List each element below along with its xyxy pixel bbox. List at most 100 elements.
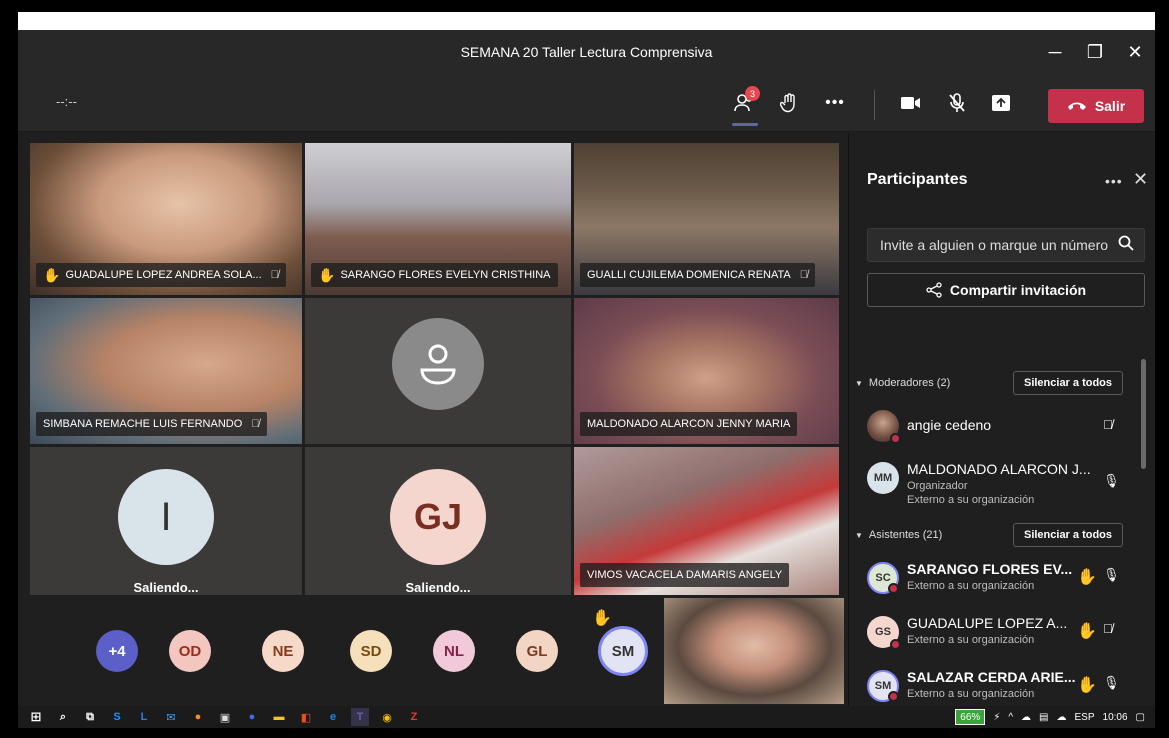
raised-hand-icon: ✋ bbox=[1077, 623, 1097, 640]
cloud-icon[interactable]: ☁ bbox=[1021, 712, 1031, 723]
app-l-icon[interactable]: L bbox=[135, 708, 153, 726]
moderators-count: Moderadores (2) bbox=[868, 377, 951, 389]
screen-border bbox=[1155, 0, 1169, 738]
self-video-preview[interactable] bbox=[664, 598, 844, 704]
onedrive-icon[interactable]: ☁ bbox=[1057, 712, 1067, 723]
screen-border bbox=[0, 728, 1169, 738]
microphone-button[interactable] bbox=[940, 86, 974, 120]
tray-chevron-icon[interactable]: ^ bbox=[1008, 712, 1013, 723]
maximize-icon[interactable]: ❐ bbox=[1075, 30, 1115, 74]
participant-org: Externo a su organización bbox=[907, 688, 1035, 700]
share-tray-icon bbox=[992, 95, 1010, 111]
collapse-chevron-icon: ▼ bbox=[855, 530, 863, 540]
meeting-toolbar: --:-- 3 ••• Salir bbox=[18, 74, 1155, 132]
participant-name: GUALLI CUJILEMA DOMENICA RENATA bbox=[587, 269, 791, 281]
leave-label: Salir bbox=[1094, 98, 1126, 114]
participant-org: Externo a su organización bbox=[907, 494, 1035, 506]
title-bar: SEMANA 20 Taller Lectura Comprensiva ─ ❐… bbox=[18, 30, 1155, 74]
active-indicator bbox=[732, 123, 758, 126]
status-dot bbox=[890, 433, 901, 444]
leave-button[interactable]: Salir bbox=[1048, 89, 1144, 123]
mail-icon[interactable]: ✉ bbox=[162, 708, 180, 726]
mute-all-moderators-button[interactable]: Silenciar a todos bbox=[1013, 371, 1123, 395]
participant-row[interactable]: angie cedeno 🎙̸ bbox=[867, 403, 1137, 453]
skype-icon[interactable]: S bbox=[108, 708, 126, 726]
search-icon[interactable]: ⌕ bbox=[54, 708, 72, 726]
participants-button[interactable]: 3 bbox=[728, 86, 762, 126]
strip-avatar[interactable]: SM bbox=[598, 626, 648, 676]
panel-more-icon[interactable]: ••• bbox=[1105, 173, 1123, 189]
status-dot bbox=[888, 691, 899, 702]
participant-name: SARANGO FLORES EVELYN CRISTHINA bbox=[340, 269, 551, 281]
participant-name: SALAZAR CERDA ARIE... bbox=[907, 669, 1076, 685]
folder-icon[interactable]: ▬ bbox=[270, 708, 288, 726]
raised-hand-icon: ✋ bbox=[43, 266, 61, 283]
participant-name: MALDONADO ALARCON J... bbox=[907, 461, 1091, 477]
participant-name: MALDONADO ALARCON JENNY MARIA bbox=[587, 418, 791, 430]
strip-avatar[interactable]: GL bbox=[516, 630, 558, 672]
participant-name: VIMOS VACACELA DAMARIS ANGELY bbox=[587, 569, 783, 581]
raised-hand-icon: ✋ bbox=[1077, 569, 1097, 586]
mute-all-attendees-button[interactable]: Silenciar a todos bbox=[1013, 523, 1123, 547]
network-icon[interactable]: ▤ bbox=[1039, 712, 1048, 723]
camera-button[interactable] bbox=[894, 86, 928, 120]
panel-close-icon[interactable]: ✕ bbox=[1133, 169, 1148, 190]
camera-icon bbox=[901, 97, 920, 109]
invite-search-input[interactable]: Invite a alguien o marque un número bbox=[867, 228, 1145, 262]
participant-row[interactable]: GS GUADALUPE LOPEZ A... Externo a su org… bbox=[867, 609, 1137, 659]
more-participants-button[interactable]: +4 bbox=[96, 630, 138, 672]
participant-name: angie cedeno bbox=[907, 417, 992, 433]
video-tile-7[interactable]: I Saliendo... bbox=[30, 447, 302, 595]
minimize-icon[interactable]: ─ bbox=[1035, 30, 1075, 74]
notifications-icon[interactable]: ▢ bbox=[1136, 712, 1145, 723]
avatar-initials: SM bbox=[874, 680, 892, 692]
panel-scrollbar[interactable] bbox=[1141, 359, 1146, 469]
mic-icon: 🎙 bbox=[1103, 567, 1120, 582]
strip-avatar[interactable]: NE bbox=[262, 630, 304, 672]
attendees-section-header[interactable]: ▼ Asistentes (21) bbox=[855, 529, 942, 541]
video-tile-3[interactable]: GUALLI CUJILEMA DOMENICA RENATA 🎙̸ bbox=[574, 143, 839, 295]
language-indicator[interactable]: ESP bbox=[1075, 712, 1095, 723]
firefox-icon[interactable]: ● bbox=[189, 708, 207, 726]
edge-icon[interactable]: e bbox=[324, 708, 342, 726]
strip-avatar[interactable]: SD bbox=[350, 630, 392, 672]
windows-start-icon[interactable]: ⊞ bbox=[27, 708, 45, 726]
store-icon[interactable]: ▣ bbox=[216, 708, 234, 726]
raised-hand-icon: ✋ bbox=[318, 266, 336, 283]
more-actions-icon[interactable]: ••• bbox=[818, 86, 852, 120]
share-invite-label: Compartir invitación bbox=[949, 282, 1087, 298]
strip-avatar[interactable]: OD bbox=[169, 630, 211, 672]
strip-avatar[interactable]: NL bbox=[433, 630, 475, 672]
share-invite-button[interactable]: Compartir invitación bbox=[867, 273, 1145, 307]
participant-name-tag: ✋ GUADALUPE LOPEZ ANDREA SOLA... 🎙̸ bbox=[36, 263, 286, 287]
teams-icon[interactable]: T bbox=[351, 708, 369, 726]
participant-name: SARANGO FLORES EV... bbox=[907, 561, 1073, 577]
task-view-icon[interactable]: ⧉ bbox=[81, 708, 99, 726]
participants-badge: 3 bbox=[745, 86, 760, 101]
participant-name-tag: MALDONADO ALARCON JENNY MARIA bbox=[580, 412, 798, 436]
video-tile-5[interactable] bbox=[305, 298, 571, 444]
clock[interactable]: 10:06 bbox=[1103, 712, 1128, 723]
chrome-icon[interactable]: ◉ bbox=[378, 708, 396, 726]
battery-indicator[interactable]: 66% bbox=[955, 709, 986, 725]
close-icon[interactable]: ✕ bbox=[1115, 30, 1155, 74]
share-screen-button[interactable] bbox=[984, 86, 1018, 120]
video-tile-6[interactable]: MALDONADO ALARCON JENNY MARIA bbox=[574, 298, 839, 444]
mic-muted-icon: 🎙̸ bbox=[270, 269, 279, 281]
chat-icon[interactable]: ● bbox=[243, 708, 261, 726]
avatar bbox=[867, 410, 901, 444]
video-tile-8[interactable]: GJ Saliendo... bbox=[305, 447, 571, 595]
moderators-section-header[interactable]: ▼ Moderadores (2) bbox=[855, 377, 950, 389]
office-icon[interactable]: ◧ bbox=[297, 708, 315, 726]
video-tile-2[interactable]: ✋ SARANGO FLORES EVELYN CRISTHINA bbox=[305, 143, 571, 295]
participant-row[interactable]: SC SARANGO FLORES EV... Externo a su org… bbox=[867, 555, 1137, 605]
video-tile-4[interactable]: SIMBANA REMACHE LUIS FERNANDO 🎙̸ bbox=[30, 298, 302, 444]
participants-panel: Participantes ••• ✕ Invite a alguien o m… bbox=[848, 133, 1155, 706]
avatar-initials: SC bbox=[875, 572, 891, 584]
participant-row[interactable]: MM MALDONADO ALARCON J... Organizador Ex… bbox=[867, 455, 1137, 506]
zoom-z-icon[interactable]: Z bbox=[405, 708, 423, 726]
video-tile-1[interactable]: ✋ GUADALUPE LOPEZ ANDREA SOLA... 🎙̸ bbox=[30, 143, 302, 295]
raise-hand-button[interactable] bbox=[772, 86, 806, 120]
video-tile-9[interactable]: VIMOS VACACELA DAMARIS ANGELY bbox=[574, 447, 839, 595]
video-feed bbox=[664, 598, 844, 704]
